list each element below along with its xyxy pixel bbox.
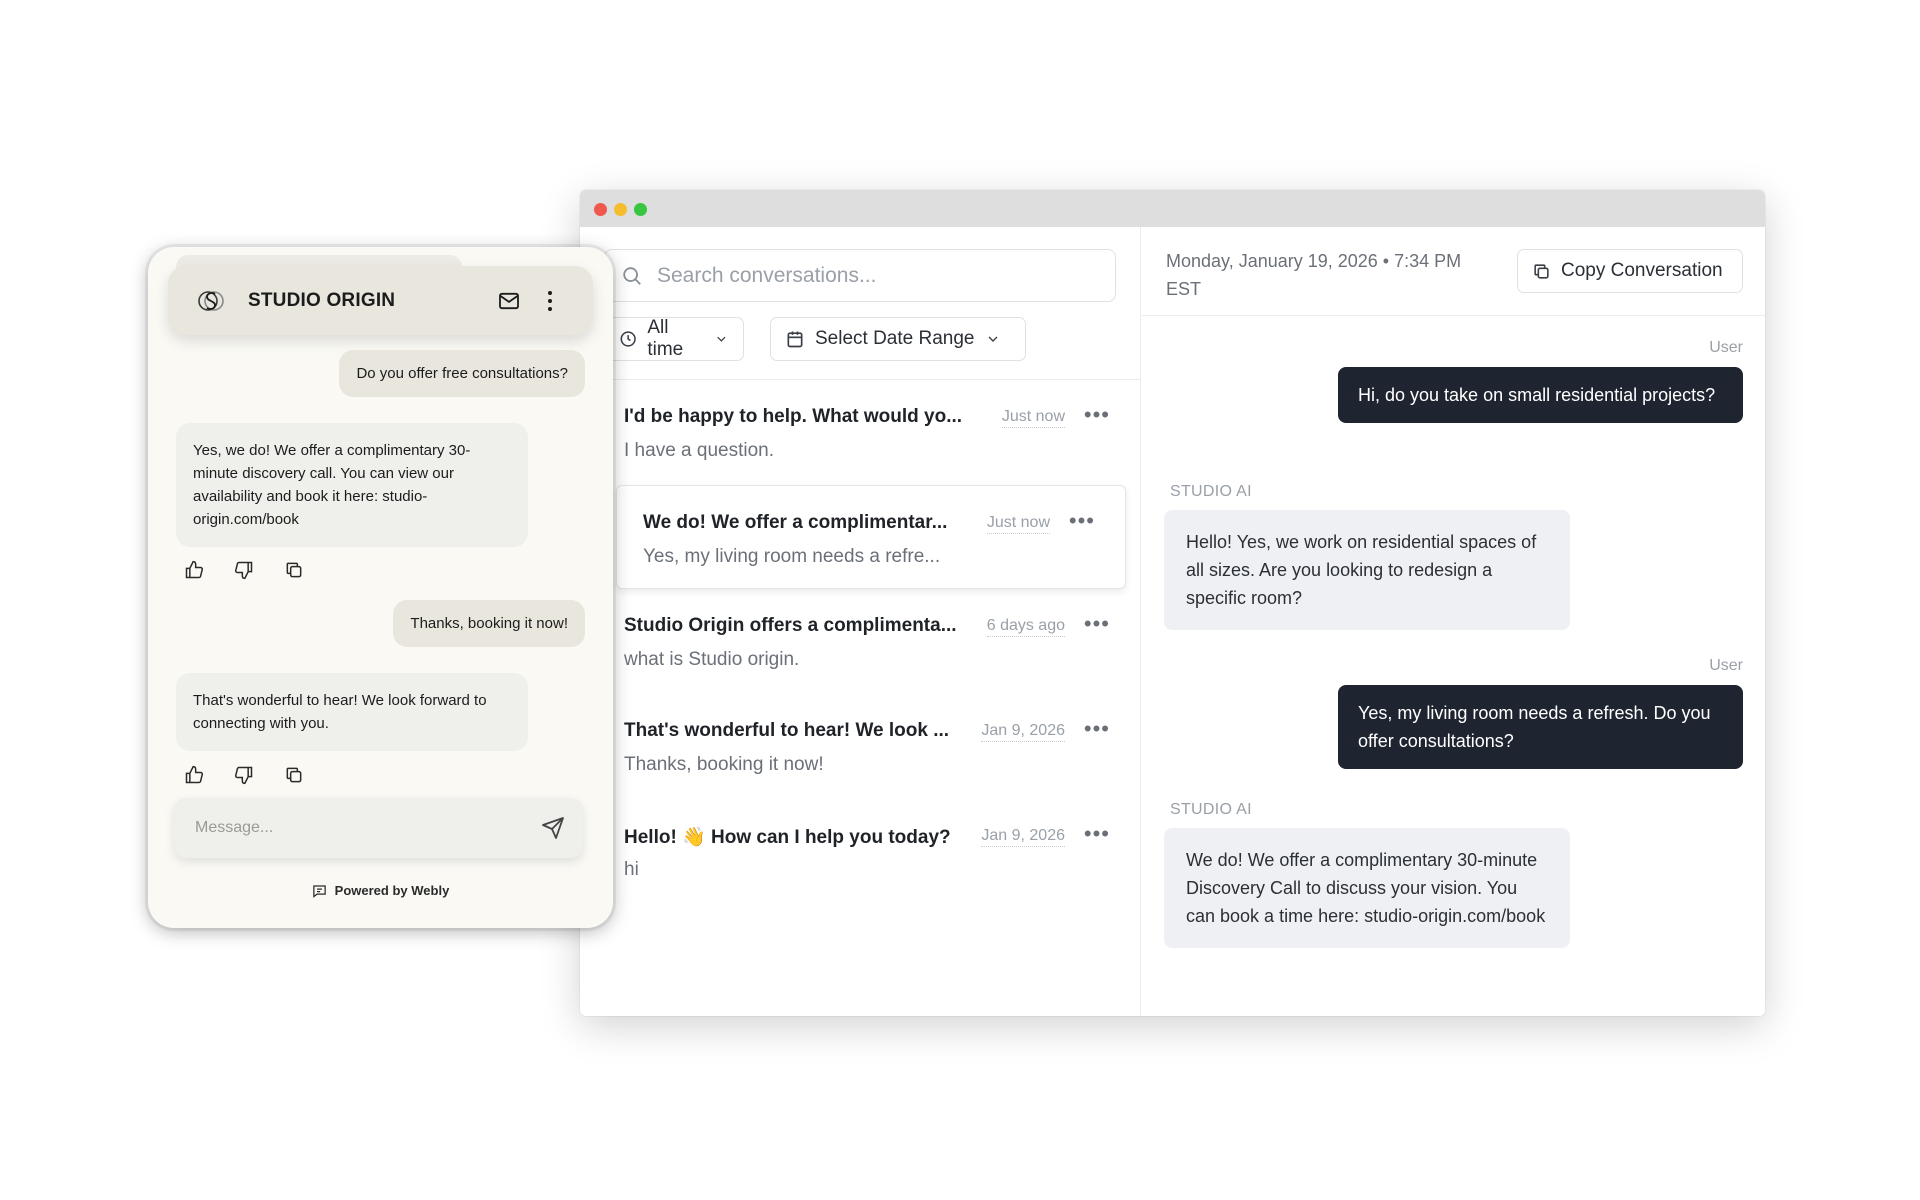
- widget-user-message: Thanks, booking it now!: [393, 600, 585, 647]
- ai-message: We do! We offer a complimentary 30-minut…: [1164, 828, 1570, 948]
- powered-by: Powered by Webly: [148, 883, 613, 898]
- search-icon: [623, 266, 641, 285]
- conversation-item[interactable]: I'd be happy to help. What would yo... I…: [580, 380, 1140, 485]
- mail-icon[interactable]: [498, 292, 520, 310]
- maximize-window-button[interactable]: [634, 203, 647, 216]
- conversation-item-selected[interactable]: We do! We offer a complimentar... Yes, m…: [616, 485, 1126, 589]
- chevron-down-icon: [717, 336, 726, 342]
- conversation-date-line: Monday, January 19, 2026 • 7:34 PM: [1166, 251, 1462, 271]
- conversation-preview: Thanks, booking it now!: [624, 754, 824, 775]
- time-filter-dropdown[interactable]: All time: [604, 317, 744, 361]
- powered-by-label: Powered by Webly: [334, 883, 450, 898]
- detail-divider: [1142, 315, 1765, 316]
- close-window-button[interactable]: [594, 203, 607, 216]
- message-role-label: STUDIO AI: [1170, 483, 1252, 500]
- chat-widget: STUDIO ORIGIN Do you offer free consulta…: [148, 247, 613, 928]
- conversation-time: Just now: [1001, 408, 1065, 428]
- widget-user-message: Do you offer free consultations?: [339, 350, 585, 397]
- conversation-list: I'd be happy to help. What would yo... I…: [580, 380, 1140, 904]
- window-titlebar: [580, 190, 1765, 227]
- calendar-icon: [787, 331, 803, 348]
- conversation-preview: Yes, my living room needs a refre...: [643, 546, 941, 567]
- thumbs-up-icon[interactable]: [184, 560, 204, 580]
- message-role-label: STUDIO AI: [1170, 801, 1252, 818]
- thumbs-down-icon[interactable]: [234, 765, 254, 785]
- kebab-icon[interactable]: [547, 290, 553, 312]
- more-icon[interactable]: •••: [1084, 718, 1110, 740]
- date-range-dropdown[interactable]: Select Date Range: [770, 317, 1026, 361]
- user-message: Hi, do you take on small residential pro…: [1338, 367, 1743, 423]
- more-icon[interactable]: •••: [1084, 613, 1110, 635]
- conversation-title: We do! We offer a complimentar...: [643, 512, 948, 533]
- thumbs-down-icon[interactable]: [234, 560, 254, 580]
- user-message: Yes, my living room needs a refresh. Do …: [1338, 685, 1743, 769]
- widget-header: STUDIO ORIGIN: [168, 266, 593, 335]
- conversation-time: Just now: [986, 514, 1050, 534]
- message-role-label: User: [1709, 339, 1743, 356]
- thumbs-up-icon[interactable]: [184, 765, 204, 785]
- chevron-down-icon: [988, 336, 997, 342]
- conversation-date: Monday, January 19, 2026 • 7:34 PM EST: [1166, 247, 1526, 303]
- conversations-window: All time Select Date Range I'd be happy …: [580, 190, 1765, 1016]
- message-actions: [184, 560, 334, 580]
- conversation-list-pane: All time Select Date Range I'd be happy …: [580, 227, 1141, 1016]
- logo-icon: [198, 291, 224, 311]
- copy-icon[interactable]: [284, 560, 304, 580]
- conversation-timezone: EST: [1166, 279, 1202, 299]
- more-icon[interactable]: •••: [1084, 404, 1110, 426]
- chat-icon: [312, 884, 326, 898]
- message-composer[interactable]: [174, 798, 583, 858]
- widget-bot-message: That's wonderful to hear! We look forwar…: [176, 673, 528, 751]
- more-icon[interactable]: •••: [1069, 510, 1095, 532]
- message-role-label: User: [1709, 657, 1743, 674]
- copy-icon: [1534, 263, 1549, 279]
- send-icon[interactable]: [541, 816, 565, 840]
- date-range-label: Select Date Range: [815, 328, 975, 349]
- message-input[interactable]: [195, 819, 525, 837]
- conversation-item[interactable]: Hello! 👋 How can I help you today? hi Ja…: [580, 799, 1140, 904]
- conversation-time: Jan 9, 2026: [981, 722, 1065, 742]
- copy-conversation-label: Copy Conversation: [1561, 260, 1723, 281]
- time-filter-label: All time: [647, 317, 684, 360]
- search-box[interactable]: [604, 249, 1116, 302]
- ai-message: Hello! Yes, we work on residential space…: [1164, 510, 1570, 630]
- message-actions: [184, 765, 334, 785]
- more-icon[interactable]: •••: [1084, 823, 1110, 845]
- conversation-title: That's wonderful to hear! We look ...: [624, 720, 950, 741]
- minimize-window-button[interactable]: [614, 203, 627, 216]
- conversation-item[interactable]: Studio Origin offers a complimenta... wh…: [580, 589, 1140, 694]
- conversation-title: Hello! 👋 How can I help you today?: [624, 827, 951, 848]
- conversation-preview: I have a question.: [624, 440, 774, 461]
- conversation-time: 6 days ago: [986, 617, 1065, 637]
- widget-brand-name: STUDIO ORIGIN: [248, 290, 396, 311]
- clock-icon: [620, 331, 636, 347]
- copy-icon[interactable]: [284, 765, 304, 785]
- conversation-preview: hi: [624, 859, 639, 880]
- search-input[interactable]: [657, 263, 1097, 288]
- conversation-time: Jan 9, 2026: [981, 827, 1065, 847]
- conversation-title: I'd be happy to help. What would yo...: [624, 406, 963, 427]
- conversation-item[interactable]: That's wonderful to hear! We look ... Th…: [580, 694, 1140, 799]
- copy-conversation-button[interactable]: Copy Conversation: [1517, 249, 1743, 293]
- conversation-preview: what is Studio origin.: [624, 649, 800, 670]
- conversation-detail-pane: Monday, January 19, 2026 • 7:34 PM EST C…: [1142, 227, 1765, 1016]
- conversation-title: Studio Origin offers a complimenta...: [624, 615, 957, 636]
- widget-bot-message: Yes, we do! We offer a complimentary 30-…: [176, 423, 528, 547]
